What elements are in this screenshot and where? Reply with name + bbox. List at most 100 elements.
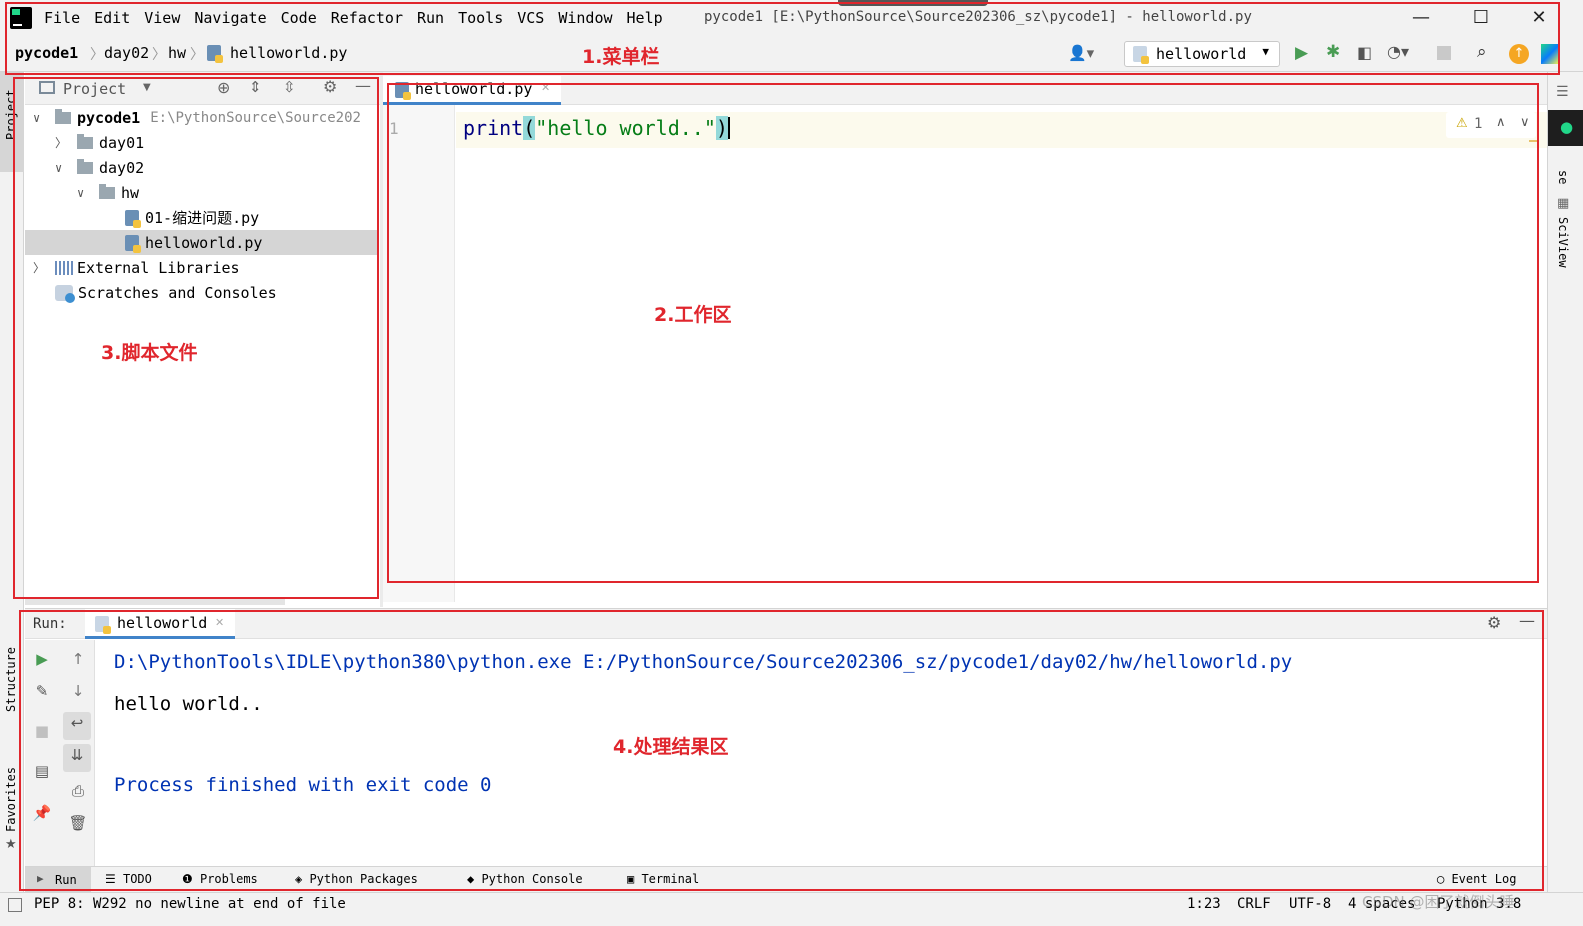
editor-tab-helloworld[interactable]: helloworld.py ✕: [383, 76, 561, 105]
run-config-dropdown[interactable]: helloworld ▼: [1124, 41, 1280, 67]
layout-icon[interactable]: ▤: [31, 760, 53, 782]
menu-navigate[interactable]: Navigate: [194, 9, 266, 27]
stop-icon[interactable]: ■: [31, 720, 53, 742]
mic-tab[interactable]: ●: [1548, 110, 1583, 146]
tool-tab-problems[interactable]: ❶ Problems: [182, 872, 258, 886]
gear-icon[interactable]: ⚙: [323, 77, 337, 96]
status-toggle-icon[interactable]: [8, 898, 22, 912]
chevron-down-icon[interactable]: ∨: [55, 161, 69, 175]
scroll-down-icon[interactable]: ↓: [67, 680, 89, 702]
project-view-title[interactable]: Project: [63, 80, 126, 98]
menu-help[interactable]: Help: [627, 9, 663, 27]
close-tab-icon[interactable]: ✕: [541, 81, 550, 94]
tool-tab-terminal[interactable]: ▣ Terminal: [627, 872, 699, 886]
trash-icon[interactable]: 🗑: [67, 812, 89, 834]
menu-file[interactable]: File: [44, 9, 80, 27]
tree-row-day01[interactable]: 〉 day01: [55, 130, 144, 155]
run-tab-helloworld[interactable]: helloworld ✕: [85, 609, 235, 639]
profile-icon[interactable]: ◔▾: [1387, 42, 1409, 61]
breadcrumb-folder[interactable]: day02: [104, 44, 149, 62]
cursor-position[interactable]: 1:23: [1187, 896, 1221, 912]
stop-icon[interactable]: [1437, 46, 1451, 60]
menu-view[interactable]: View: [144, 9, 180, 27]
tree-row-file-indent[interactable]: 01-缩进问题.py: [125, 205, 259, 230]
print-icon[interactable]: ⎙: [67, 780, 89, 802]
breadcrumb-file[interactable]: helloworld.py: [207, 44, 347, 63]
pycharm-logo-icon: [10, 7, 32, 29]
tree-row-file-helloworld[interactable]: helloworld.py: [125, 230, 262, 255]
layers-icon: ◈: [295, 872, 310, 886]
sciview-strip-label[interactable]: SciView: [1556, 217, 1570, 268]
locate-icon[interactable]: ⊕: [217, 78, 230, 97]
scroll-to-end-icon[interactable]: ⇊: [63, 744, 91, 772]
chevron-down-icon[interactable]: ∨: [1520, 115, 1530, 130]
tree-root-path: E:\PythonSource\Source202: [150, 109, 361, 126]
tool-tab-label: Problems: [199, 872, 258, 886]
search-icon[interactable]: ⌕: [1477, 42, 1487, 62]
tool-tab-todo[interactable]: ☰ TODO: [105, 872, 152, 886]
wrench-icon[interactable]: ✎: [31, 680, 53, 702]
menu-window[interactable]: Window: [558, 9, 612, 27]
inspection-widget[interactable]: ⚠ 1 ∧ ∨: [1446, 112, 1536, 138]
navigation-bar: pycode1 〉 day02 〉 hw 〉 helloworld.py 👤▾ …: [0, 36, 1583, 72]
favorites-strip-label[interactable]: Favorites: [4, 767, 18, 832]
event-log-tab[interactable]: ◯ Event Log: [1437, 872, 1516, 886]
collapse-all-icon[interactable]: ⇳: [283, 78, 296, 96]
run-side-toolbar: ▶ ↑ ✎ ↓ ■ ↩ ▤ ⇊ ⎙ 📌 🗑: [25, 640, 95, 868]
structure-strip-label[interactable]: Structure: [4, 647, 18, 712]
chevron-right-icon[interactable]: 〉: [33, 259, 47, 276]
warning-icon: ⚠: [1456, 116, 1468, 131]
user-icon[interactable]: 👤▾: [1068, 44, 1094, 62]
tree-row-scratches[interactable]: Scratches and Consoles: [55, 280, 277, 305]
soft-wrap-icon[interactable]: ↩: [63, 712, 91, 740]
database-icon[interactable]: ☰: [1556, 84, 1569, 100]
tree-row-hw[interactable]: ∨ hw: [77, 180, 139, 205]
file-encoding[interactable]: UTF-8: [1289, 896, 1331, 912]
tree-item-label: hw: [121, 183, 140, 202]
toolbox-icon[interactable]: [1541, 44, 1559, 64]
close-window-button[interactable]: ✕: [1528, 7, 1550, 29]
tool-tab-run[interactable]: ▶ Run: [25, 867, 91, 892]
tool-tab-python-console[interactable]: ◆ Python Console: [467, 872, 583, 886]
line-separator[interactable]: CRLF: [1237, 896, 1271, 912]
chevron-down-icon[interactable]: ∨: [77, 186, 91, 200]
debug-icon[interactable]: ✱: [1326, 42, 1340, 62]
hide-panel-icon[interactable]: —: [1519, 611, 1535, 630]
menu-code[interactable]: Code: [281, 9, 317, 27]
menu-edit[interactable]: Edit: [94, 9, 130, 27]
chevron-right-icon[interactable]: 〉: [55, 134, 69, 151]
run-icon[interactable]: ▶: [1295, 43, 1308, 63]
python-file-icon: [395, 82, 411, 100]
gear-icon[interactable]: ⚙: [1487, 613, 1501, 632]
tree-row-day02[interactable]: ∨ day02: [55, 155, 144, 180]
code-line-1[interactable]: print("hello world.."): [463, 116, 730, 140]
horizontal-scrollbar[interactable]: [25, 597, 285, 605]
scroll-up-icon[interactable]: ↑: [67, 648, 89, 670]
maximize-button[interactable]: ☐: [1470, 7, 1492, 29]
project-strip-label[interactable]: Project: [4, 89, 18, 140]
chevron-down-icon[interactable]: ∨: [33, 111, 47, 125]
tree-row-external-libraries[interactable]: 〉 External Libraries: [33, 255, 240, 280]
menu-vcs[interactable]: VCS: [517, 9, 544, 27]
right-strip-label-top[interactable]: se: [1556, 170, 1570, 184]
update-icon[interactable]: ↑: [1509, 44, 1529, 64]
menu-refactor[interactable]: Refactor: [331, 9, 403, 27]
chevron-down-icon[interactable]: ▼: [143, 82, 151, 93]
warning-stripe-marker[interactable]: [1529, 140, 1539, 142]
minimize-button[interactable]: —: [1410, 7, 1432, 29]
list-icon: ☰: [105, 872, 123, 886]
rerun-icon[interactable]: ▶: [31, 648, 53, 670]
pin-icon[interactable]: 📌: [31, 802, 53, 824]
coverage-icon[interactable]: ◧: [1357, 43, 1372, 62]
menu-run[interactable]: Run: [417, 9, 444, 27]
menu-tools[interactable]: Tools: [458, 9, 503, 27]
breadcrumb-project[interactable]: pycode1: [15, 44, 78, 62]
tree-item-label: helloworld.py: [145, 233, 263, 252]
hide-panel-icon[interactable]: —: [355, 76, 371, 95]
expand-all-icon[interactable]: ⇕: [249, 78, 262, 96]
tool-tab-python-packages[interactable]: ◈ Python Packages: [295, 872, 418, 886]
tree-row-root[interactable]: ∨ pycode1 E:\PythonSource\Source202: [33, 105, 361, 130]
breadcrumb-subfolder[interactable]: hw: [168, 44, 186, 62]
close-tab-icon[interactable]: ✕: [215, 616, 224, 629]
chevron-up-icon[interactable]: ∧: [1496, 115, 1506, 130]
